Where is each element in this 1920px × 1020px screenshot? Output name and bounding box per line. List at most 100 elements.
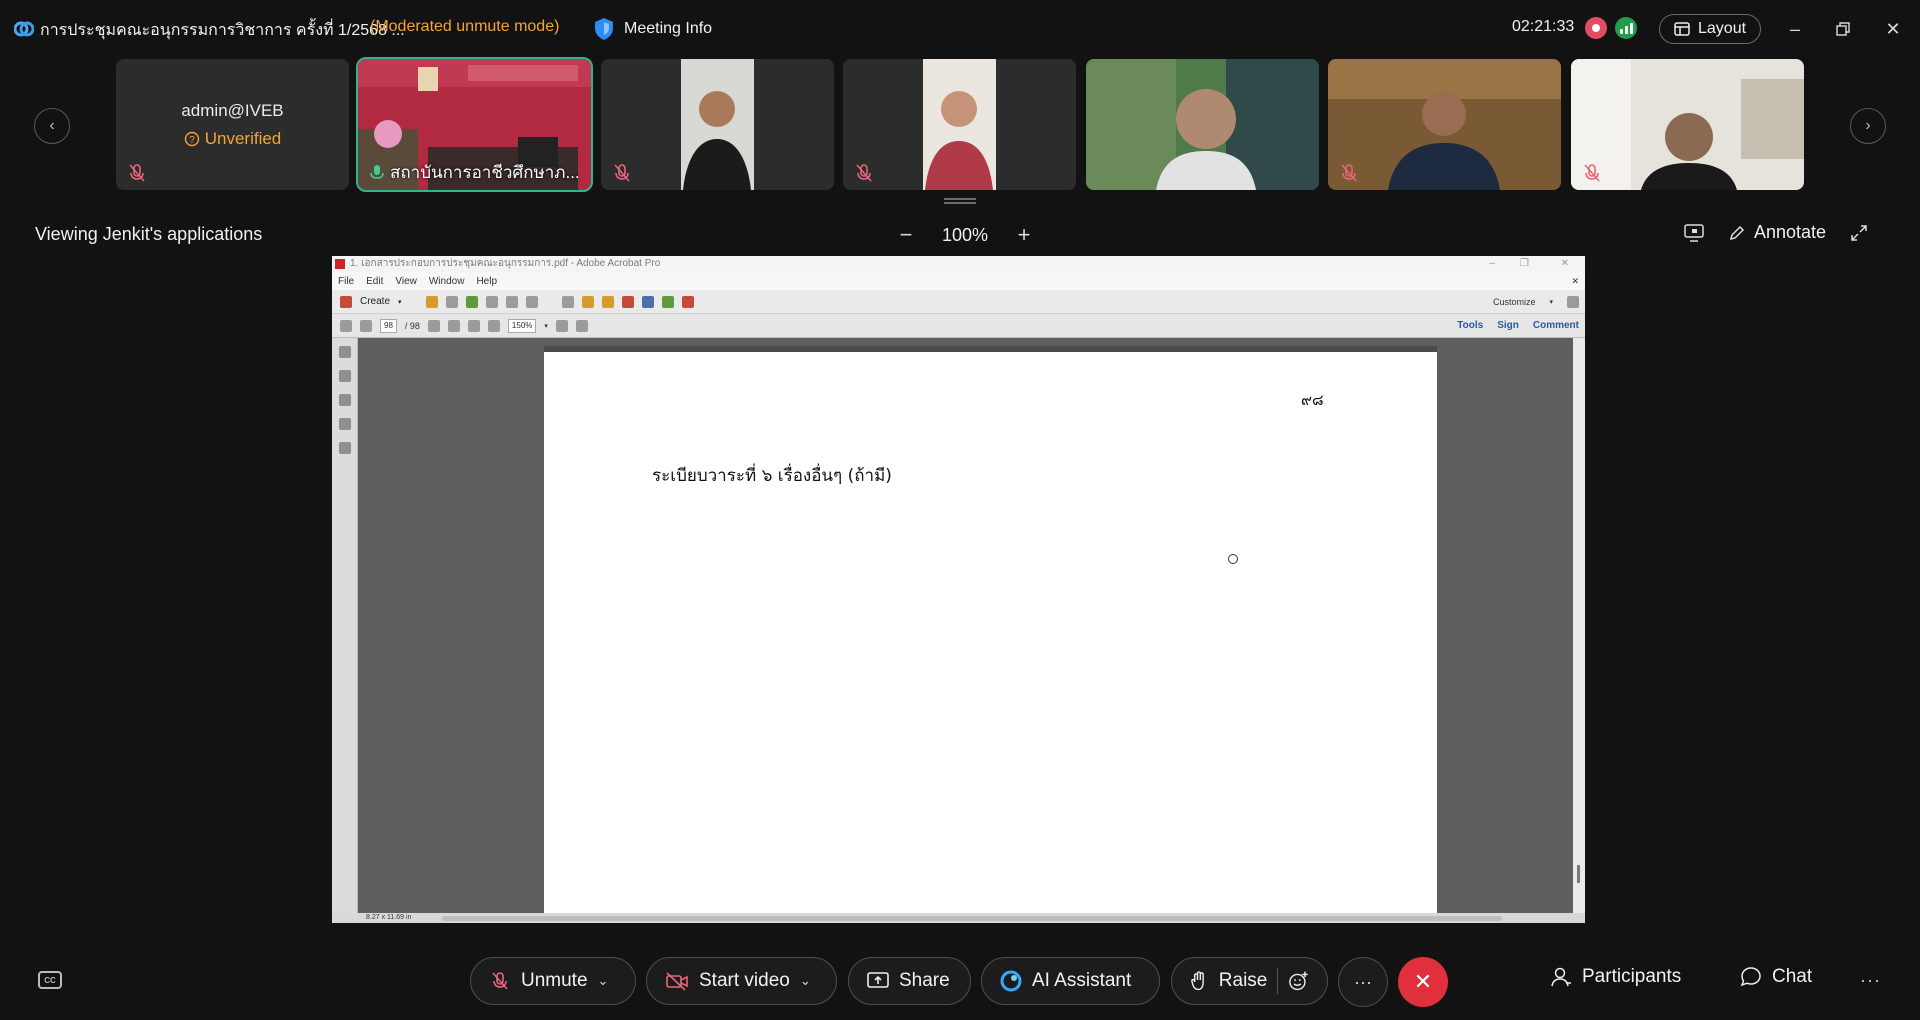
menu-help[interactable]: Help [476, 276, 497, 287]
participant-tile-admin[interactable]: admin@IVEB ? Unverified [116, 59, 349, 190]
unmute-button[interactable]: Unmute ⌄ [470, 957, 636, 1005]
reaction-icon[interactable] [1288, 970, 1309, 992]
zoom-input[interactable]: 150% [507, 318, 537, 333]
share-tools: Annotate [1684, 222, 1868, 243]
export-icon[interactable] [661, 295, 674, 308]
start-video-button[interactable]: Start video ⌄ [646, 957, 837, 1005]
chat-button[interactable]: Chat [1740, 966, 1812, 988]
next-page-icon[interactable] [360, 319, 372, 332]
annotate-button[interactable]: Annotate [1728, 222, 1826, 243]
participant-tile-institute[interactable]: สถาบันการอาชีวศึกษาภ... [356, 57, 593, 192]
ai-assistant-button[interactable]: AI Assistant [981, 957, 1160, 1005]
participant-tile-4[interactable] [843, 59, 1076, 190]
menu-edit[interactable]: Edit [366, 276, 383, 287]
meeting-info-button[interactable]: Meeting Info [594, 14, 712, 44]
participants-button[interactable]: Participants [1550, 966, 1681, 988]
minimize-icon[interactable]: – [1489, 256, 1495, 272]
network-signal-icon[interactable] [1615, 17, 1637, 39]
closed-captions-button[interactable]: CC [38, 971, 62, 989]
tools-tab[interactable]: Tools [1457, 320, 1483, 331]
close-icon[interactable]: ✕ [1880, 16, 1906, 42]
pdf-tool-icon[interactable] [681, 295, 694, 308]
menu-view[interactable]: View [395, 276, 417, 287]
zoom-in-icon[interactable] [487, 319, 500, 332]
shared-screen[interactable]: 1. เอกสารประกอบการประชุมคณะอนุกรรมการ.pd… [332, 256, 1585, 923]
zoom-out-icon[interactable] [467, 319, 480, 332]
pdf-page[interactable]: ๙๘ ระเบียบวาระที่ ๖ เรื่องอื่นๆ (ถ้ามี) [544, 346, 1437, 916]
overflow-menu-button[interactable]: ··· [1860, 970, 1881, 991]
open-icon[interactable] [425, 295, 438, 308]
layout-button[interactable]: Layout [1659, 14, 1762, 44]
chevron-down-icon[interactable]: ⌄ [800, 973, 811, 989]
strip-next-button[interactable]: › [1850, 108, 1886, 144]
bookmarks-icon[interactable] [339, 370, 351, 382]
cloud-icon[interactable] [465, 295, 478, 308]
close-doc-icon[interactable]: ✕ [1571, 276, 1579, 287]
restore-icon[interactable]: ❐ [1520, 256, 1529, 272]
customize-button[interactable]: Customize [1493, 297, 1536, 307]
zoom-in-icon[interactable]: + [1014, 222, 1034, 248]
save-icon[interactable] [445, 295, 458, 308]
raise-hand-button[interactable]: Raise [1171, 957, 1328, 1005]
resize-handle-icon[interactable] [944, 197, 976, 205]
share-screen-icon [867, 972, 889, 988]
print-icon[interactable] [485, 295, 498, 308]
comment-icon[interactable] [581, 295, 594, 308]
create-button[interactable]: Create [360, 296, 390, 307]
participant-tile-5[interactable] [1086, 59, 1319, 190]
stamp-icon[interactable] [601, 295, 614, 308]
sign-tab[interactable]: Sign [1497, 320, 1519, 331]
menu-window[interactable]: Window [429, 276, 465, 287]
screen-control-icon[interactable] [1684, 223, 1704, 242]
unverified-label: Unverified [204, 128, 282, 148]
settings-icon[interactable] [561, 295, 574, 308]
acrobat-menubar: File Edit View Window Help ✕ [332, 272, 1585, 290]
pages-icon[interactable] [339, 346, 351, 358]
mic-muted-icon [129, 164, 145, 182]
page-size-label: 8.27 x 11.69 in [366, 914, 412, 921]
more-options-button[interactable]: ··· [1338, 957, 1388, 1007]
participant-tile-3[interactable] [601, 59, 834, 190]
mic-muted-icon [856, 164, 872, 182]
select-tool-icon[interactable] [427, 319, 440, 332]
fullscreen-icon[interactable] [1850, 224, 1868, 242]
participant-tile-6[interactable] [1328, 59, 1561, 190]
expand-icon[interactable] [1567, 295, 1579, 308]
fit-page-icon[interactable] [555, 319, 568, 332]
pen-icon [1729, 225, 1745, 240]
restore-icon[interactable] [1830, 16, 1856, 42]
chevron-down-icon[interactable]: ⌄ [598, 973, 609, 989]
close-icon: ✕ [1413, 969, 1433, 994]
page-number-input[interactable]: 98 [380, 318, 397, 333]
horizontal-scrollbar[interactable] [442, 916, 1502, 921]
fit-width-icon[interactable] [575, 319, 588, 332]
page-edge [544, 346, 1437, 352]
menu-file[interactable]: File [338, 276, 354, 287]
strip-prev-button[interactable]: ‹ [34, 108, 70, 144]
signatures-icon[interactable] [339, 442, 351, 454]
email-icon[interactable] [525, 295, 538, 308]
vertical-scrollbar[interactable] [1573, 338, 1585, 913]
layers-icon[interactable] [339, 418, 351, 430]
prev-page-icon[interactable] [340, 319, 352, 332]
extract-icon[interactable] [641, 295, 654, 308]
hand-tool-icon[interactable] [447, 319, 460, 332]
webex-logo-icon [14, 21, 34, 37]
zoom-out-icon[interactable]: − [896, 222, 916, 248]
start-video-label: Start video [699, 970, 790, 991]
comment-tab[interactable]: Comment [1533, 320, 1579, 331]
hand-cursor-icon [1228, 554, 1238, 564]
minimize-icon[interactable]: – [1782, 16, 1808, 42]
close-icon[interactable]: ✕ [1561, 256, 1569, 272]
participant-tile-7[interactable] [1571, 59, 1804, 190]
ai-assistant-label: AI Assistant [1032, 970, 1132, 991]
viewing-label: Viewing Jenkit's applications [35, 224, 263, 244]
chevron-right-icon: › [1865, 117, 1871, 134]
edit-icon[interactable] [505, 295, 518, 308]
acrobat-window-title: 1. เอกสารประกอบการประชุมคณะอนุกรรมการ.pd… [350, 258, 661, 269]
leave-meeting-button[interactable]: ✕ [1398, 957, 1448, 1007]
recording-icon[interactable] [1585, 17, 1607, 39]
delete-icon[interactable] [621, 295, 634, 308]
attachments-icon[interactable] [339, 394, 351, 406]
share-button[interactable]: Share [848, 957, 971, 1005]
